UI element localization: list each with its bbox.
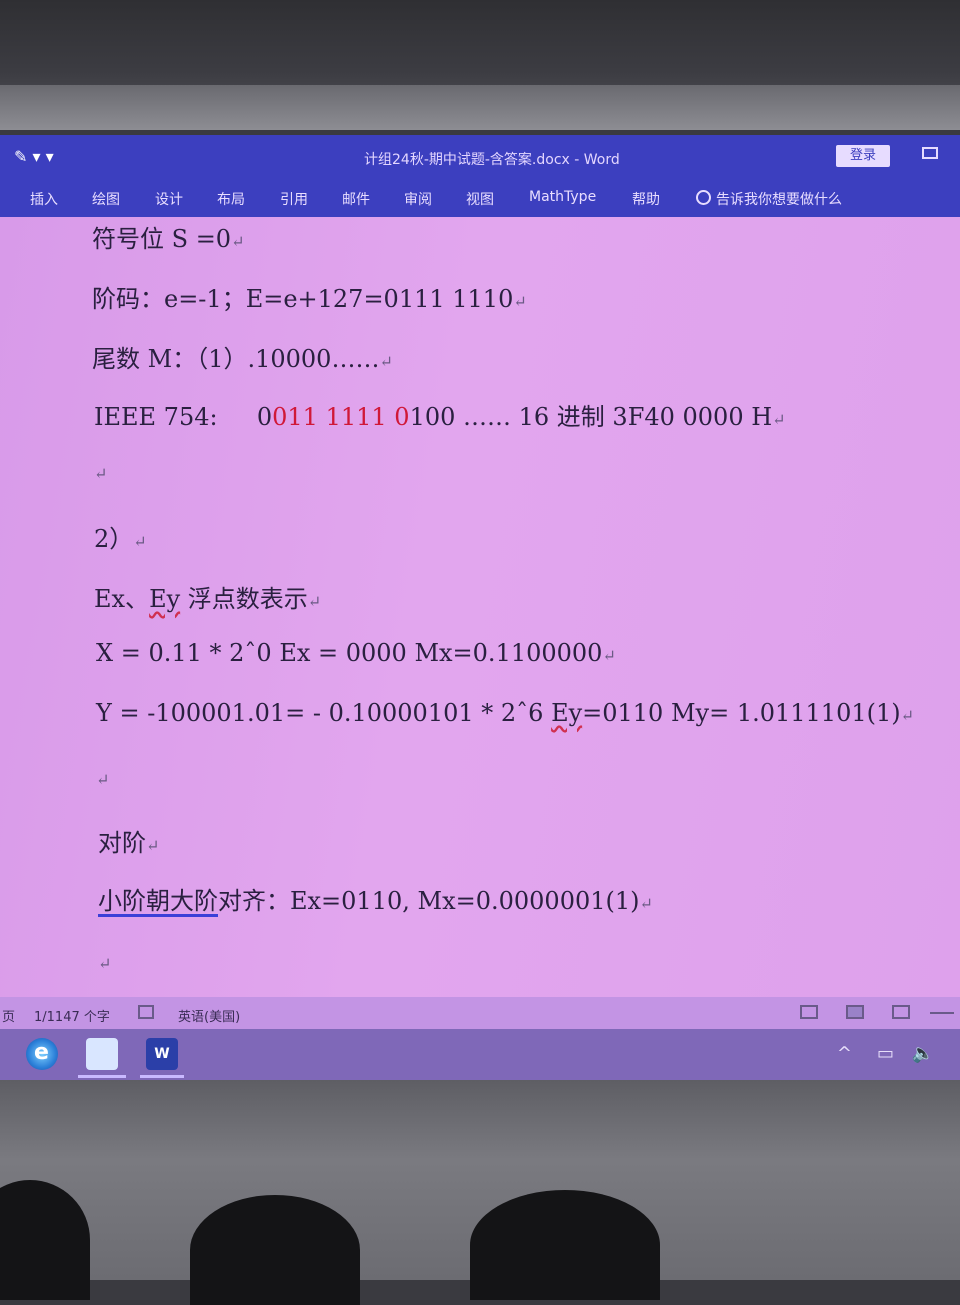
paragraph-mark: ↵ (602, 646, 616, 665)
line-align-rule: 小阶朝大阶对齐：Ex=0110, Mx=0.0000001(1)↵ (98, 881, 653, 916)
taskbar: e W ^ ▭ 🔈 (0, 1029, 960, 1080)
page-indicator[interactable]: 页 (2, 1006, 15, 1025)
tab-help[interactable]: 帮助 (632, 189, 660, 209)
ribbon-display-options-icon[interactable] (922, 147, 938, 159)
ie-glyph: e (34, 1040, 49, 1065)
proofing-icon[interactable] (138, 1005, 154, 1019)
window-title: 计组24秋-期中试题-含答案.docx - Word (364, 152, 620, 168)
paragraph-mark: ↵ (146, 836, 160, 855)
paragraph-mark: ↵ (98, 954, 112, 973)
audience-head (190, 1195, 360, 1305)
exponent-text: 阶码：e=-1；E=e+127=0111 1110 (92, 285, 514, 313)
word-app-indicator (140, 1075, 184, 1078)
paragraph-mark: ↵ (307, 592, 322, 611)
audience-head (0, 1180, 90, 1300)
y-value-a: Y = -100001.01= - 0.10000101 * 2ˆ6 (96, 699, 552, 727)
tab-insert[interactable]: 插入 (30, 189, 58, 209)
paragraph-mark: ↵ (900, 706, 915, 725)
tab-mailings[interactable]: 邮件 (342, 189, 370, 209)
internet-explorer-icon[interactable]: e (26, 1038, 58, 1070)
y-value-ey: Ey (551, 699, 583, 727)
paragraph-mark: ↵ (133, 532, 147, 551)
paragraph-mark: ↵ (231, 232, 245, 251)
projected-screen: ✎ ▾ ▾ 计组24秋-期中试题-含答案.docx - Word 登录 插入 绘… (0, 135, 960, 1080)
x-value-text: X = 0.11 * 2ˆ0 Ex = 0000 Mx=0.1100000 (96, 639, 603, 667)
line-sign-bit: 符号位 S =0↵ (92, 219, 244, 254)
document-page[interactable]: 符号位 S =0↵ 阶码：e=-1；E=e+127=0111 1110↵ 尾数 … (0, 217, 960, 997)
align-rule-text: 对齐：Ex=0110, Mx=0.0000001(1) (218, 887, 640, 915)
y-value-c: =0110 My= 1.0111101(1) (582, 699, 901, 727)
ribbon-tabs: 插入 绘图 设计 布局 引用 邮件 审阅 视图 MathType 帮助 告诉我你… (0, 177, 960, 217)
tab-draw[interactable]: 绘图 (92, 189, 120, 209)
sign-bit-text: 符号位 S =0 (92, 225, 232, 253)
tab-design[interactable]: 设计 (155, 189, 183, 209)
ieee-suffix: …… 16 进制 3F40 0000 H (455, 403, 773, 431)
login-button[interactable]: 登录 (836, 145, 890, 167)
audience-head (470, 1190, 660, 1300)
ieee-bit-red-1: 011 (272, 403, 318, 431)
wall-ledge (0, 85, 960, 130)
title-bar: ✎ ▾ ▾ 计组24秋-期中试题-含答案.docx - Word 登录 (0, 135, 960, 177)
tab-mathtype[interactable]: MathType (529, 189, 596, 205)
lightbulb-icon (696, 190, 711, 205)
align-rule-underlined: 小阶朝大阶 (98, 887, 218, 915)
word-icon[interactable]: W (146, 1038, 178, 1070)
line-exponent: 阶码：e=-1；E=e+127=0111 1110↵ (92, 279, 527, 314)
ieee-bit-red-3: 0 (394, 403, 410, 431)
paragraph-mark: ↵ (639, 894, 653, 913)
line-empty-2: ↵ (96, 763, 109, 791)
paragraph-mark: ↵ (94, 464, 108, 483)
network-icon[interactable]: ▭ (877, 1043, 894, 1064)
volume-icon[interactable]: 🔈 (912, 1043, 934, 1064)
line-ieee754: IEEE 754: 0011 1111 0100 …… 16 进制 3F40 0… (94, 397, 786, 432)
tab-view[interactable]: 视图 (466, 189, 494, 209)
float-rep-a: Ex、 (94, 585, 150, 613)
word-count[interactable]: 1/1147 个字 (34, 1006, 110, 1025)
show-hidden-icons-icon[interactable]: ^ (837, 1043, 852, 1064)
quick-access-toolbar[interactable]: ✎ ▾ ▾ (14, 147, 54, 166)
line-float-representation: Ex、Ey 浮点数表示↵ (94, 579, 321, 614)
tell-me-search[interactable]: 告诉我你想要做什么 (716, 189, 842, 209)
mantissa-text: 尾数 M：（1）.10000…… (92, 345, 380, 373)
active-app-indicator (78, 1075, 126, 1078)
align-heading-text: 对阶 (98, 829, 146, 857)
float-rep-ey: Ey (149, 585, 181, 613)
language-indicator[interactable]: 英语(美国) (178, 1006, 240, 1025)
room-ceiling (0, 0, 960, 130)
app-launcher-icon[interactable] (86, 1038, 118, 1070)
float-rep-c: 浮点数表示 (180, 585, 308, 613)
line-part-2: 2）↵ (94, 519, 147, 554)
zoom-slider[interactable] (930, 1012, 954, 1014)
web-layout-icon[interactable] (892, 1005, 910, 1019)
status-bar: 页 1/1147 个字 英语(美国) (0, 997, 960, 1029)
room-floor (0, 1080, 960, 1305)
line-x-value: X = 0.11 * 2ˆ0 Ex = 0000 Mx=0.1100000↵ (96, 639, 616, 667)
paragraph-mark: ↵ (379, 352, 393, 371)
ieee-bit-red-2: 1111 (317, 403, 395, 431)
line-mantissa: 尾数 M：（1）.10000……↵ (92, 339, 393, 374)
ieee-bit-0: 0 (256, 403, 273, 431)
line-y-value: Y = -100001.01= - 0.10000101 * 2ˆ6 Ey=01… (96, 699, 914, 727)
line-empty-1: ↵ (94, 457, 107, 485)
paragraph-mark: ↵ (96, 770, 110, 789)
tab-layout[interactable]: 布局 (217, 189, 245, 209)
part-2-text: 2） (94, 525, 134, 553)
read-mode-icon[interactable] (800, 1005, 818, 1019)
paragraph-mark: ↵ (772, 410, 786, 429)
tab-review[interactable]: 审阅 (404, 189, 432, 209)
ieee-bit-4: 100 (409, 403, 456, 431)
line-empty-3: ↵ (98, 947, 111, 975)
print-layout-icon[interactable] (846, 1005, 864, 1019)
line-align-heading: 对阶↵ (98, 823, 159, 858)
tab-references[interactable]: 引用 (280, 189, 308, 209)
ieee-prefix: IEEE 754: (94, 403, 218, 431)
paragraph-mark: ↵ (513, 292, 527, 311)
